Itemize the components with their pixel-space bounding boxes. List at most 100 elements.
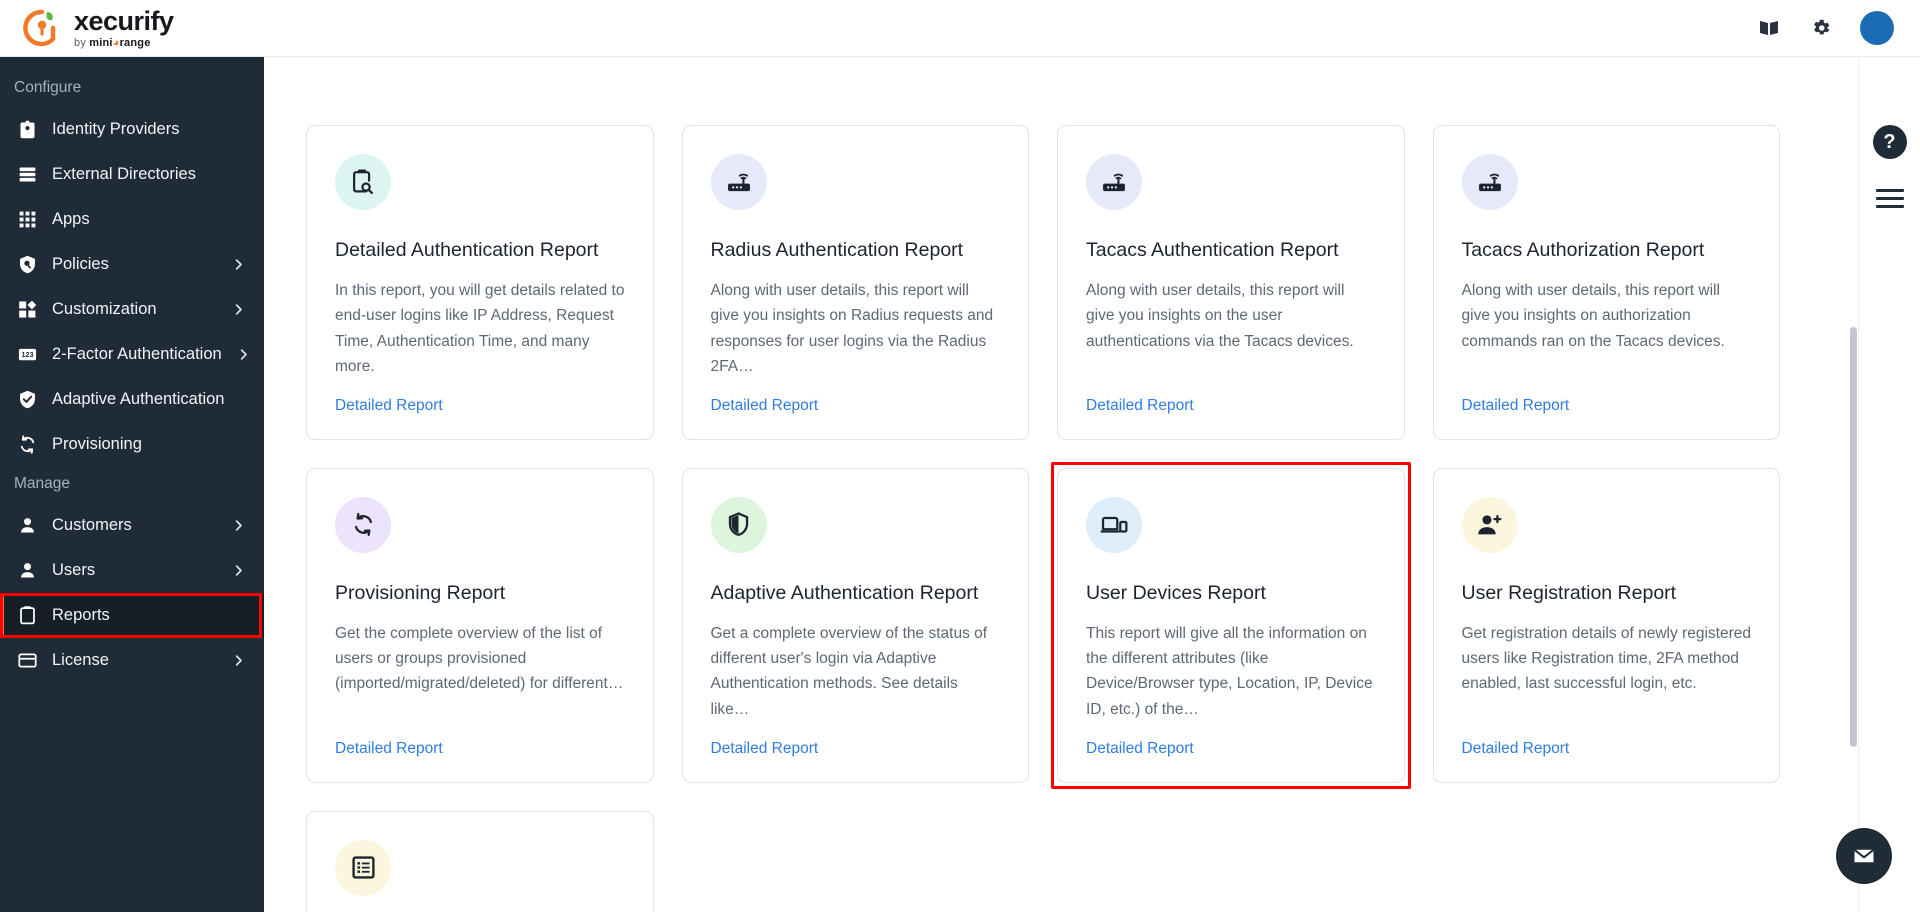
sidebar-item-license[interactable]: License <box>0 638 264 683</box>
sidebar-section-configure: Configure <box>0 71 264 107</box>
sidebar-item-policies[interactable]: Policies <box>0 242 264 287</box>
report-card-user-registration[interactable]: User Registration Report Get registratio… <box>1433 468 1781 783</box>
clipboard-search-icon <box>349 168 377 196</box>
detailed-report-link[interactable]: Detailed Report <box>1086 397 1194 415</box>
report-card-provisioning[interactable]: Provisioning Report Get the complete ove… <box>306 468 654 783</box>
app-root: xecurify by mini◕range Configure <box>0 0 1920 912</box>
sidebar-section-manage: Manage <box>0 467 264 503</box>
detailed-report-link[interactable]: Detailed Report <box>335 740 443 758</box>
sidebar-item-label: 2-Factor Authentication <box>52 345 222 364</box>
card-description: Along with user details, this report wil… <box>1086 278 1376 378</box>
person-icon <box>16 515 38 537</box>
card-icon-wrap <box>711 154 767 210</box>
sidebar-item-identity-providers[interactable]: Identity Providers <box>0 107 264 152</box>
svg-text:123: 123 <box>21 351 33 359</box>
card-title: Tacacs Authentication Report <box>1086 238 1376 262</box>
router-icon <box>1100 168 1128 196</box>
detailed-report-link[interactable]: Detailed Report <box>711 740 819 758</box>
detailed-report-link[interactable]: Detailed Report <box>1462 397 1570 415</box>
chevron-right-icon <box>231 302 246 317</box>
topbar-actions <box>1756 11 1920 45</box>
router-icon <box>1476 168 1504 196</box>
chevron-right-icon <box>231 563 246 578</box>
laptop-phone-icon <box>1100 511 1128 539</box>
card-title: User Devices Report <box>1086 581 1376 605</box>
card-description: Along with user details, this report wil… <box>711 278 1001 378</box>
card-icon-wrap <box>1086 154 1142 210</box>
card-icon-wrap <box>1462 497 1518 553</box>
sidebar-item-users[interactable]: Users <box>0 548 264 593</box>
card-icon-wrap <box>1086 497 1142 553</box>
main-scrollbar[interactable] <box>1848 57 1858 912</box>
reports-scroll-area: Detailed Authentication Report In this r… <box>264 57 1858 912</box>
detailed-report-link[interactable]: Detailed Report <box>1462 740 1570 758</box>
reports-card-grid: Detailed Authentication Report In this r… <box>306 57 1780 912</box>
sidebar-item-label: Identity Providers <box>52 120 246 139</box>
detailed-report-link[interactable]: Detailed Report <box>335 397 443 415</box>
scrollbar-thumb[interactable] <box>1850 327 1857 747</box>
xecurify-logo-icon <box>20 6 64 50</box>
user-avatar[interactable] <box>1860 11 1894 45</box>
sidebar-item-adaptive-authentication[interactable]: Adaptive Authentication <box>0 377 264 422</box>
card-description: Along with user details, this report wil… <box>1462 278 1752 378</box>
card-icon-wrap <box>1462 154 1518 210</box>
chat-support-button[interactable] <box>1836 828 1892 884</box>
sidebar-item-label: External Directories <box>52 165 246 184</box>
right-rail: ? <box>1858 57 1920 912</box>
card-title: Radius Authentication Report <box>711 238 1001 262</box>
burger-line <box>1876 197 1904 200</box>
report-card-user-devices[interactable]: User Devices Report This report will giv… <box>1057 468 1405 783</box>
sync-arrows-icon <box>16 434 38 456</box>
card-description: In this report, you will get details rel… <box>335 278 625 378</box>
sidebar-item-provisioning[interactable]: Provisioning <box>0 422 264 467</box>
router-icon <box>725 168 753 196</box>
card-title: User Registration Report <box>1462 581 1752 605</box>
sidebar-item-label: License <box>52 651 217 670</box>
list-box-icon <box>350 854 377 881</box>
person-icon <box>16 560 38 582</box>
report-card-adaptive-authentication[interactable]: Adaptive Authentication Report Get a com… <box>682 468 1030 783</box>
card-title: Tacacs Authorization Report <box>1462 238 1752 262</box>
detailed-report-link[interactable]: Detailed Report <box>711 397 819 415</box>
hamburger-menu-icon[interactable] <box>1876 189 1904 208</box>
card-title: Detailed Authentication Report <box>335 238 625 262</box>
sync-arrows-icon <box>350 511 377 538</box>
card-title: Provisioning Report <box>335 581 625 605</box>
report-card-tacacs-authentication[interactable]: Tacacs Authentication Report Along with … <box>1057 125 1405 440</box>
card-description: Get a complete overview of the status of… <box>711 621 1001 721</box>
blocks-icon <box>16 299 38 321</box>
shield-search-icon <box>16 254 38 276</box>
sidebar-item-label: Customization <box>52 300 217 319</box>
gear-icon[interactable] <box>1808 15 1834 41</box>
card-icon-wrap <box>335 497 391 553</box>
brand-logo-group[interactable]: xecurify by mini◕range <box>0 6 174 50</box>
report-card-tacacs-authorization[interactable]: Tacacs Authorization Report Along with u… <box>1433 125 1781 440</box>
report-card-detailed-authentication[interactable]: Detailed Authentication Report In this r… <box>306 125 654 440</box>
sidebar-item-apps[interactable]: Apps <box>0 197 264 242</box>
sidebar-item-label: Users <box>52 561 217 580</box>
sidebar-item-label: Provisioning <box>52 435 246 454</box>
shield-half-icon <box>725 511 752 538</box>
grid-dots-icon <box>16 209 38 231</box>
sidebar-item-reports[interactable]: Reports <box>0 593 264 638</box>
sidebar-item-2factor-authentication[interactable]: 123 2-Factor Authentication <box>0 332 264 377</box>
report-card-admin-activity-audit[interactable]: Admin Activity Audit Report Access the c… <box>306 811 654 912</box>
shield-check-icon <box>16 389 38 411</box>
sidebar-item-customization[interactable]: Customization <box>0 287 264 332</box>
burger-line <box>1876 189 1904 192</box>
chevron-right-icon <box>231 653 246 668</box>
chevron-right-icon <box>231 518 246 533</box>
burger-line <box>1876 205 1904 208</box>
book-icon[interactable] <box>1756 15 1782 41</box>
sidebar-item-customers[interactable]: Customers <box>0 503 264 548</box>
card-description: Get the complete overview of the list of… <box>335 621 625 721</box>
brand-name: xecurify <box>74 8 174 35</box>
card-description: This report will give all the informatio… <box>1086 621 1376 721</box>
app-body: Configure Identity Providers External Di… <box>0 57 1920 912</box>
detailed-report-link[interactable]: Detailed Report <box>1086 740 1194 758</box>
sidebar-item-external-directories[interactable]: External Directories <box>0 152 264 197</box>
top-bar: xecurify by mini◕range <box>0 0 1920 57</box>
report-card-radius-authentication[interactable]: Radius Authentication Report Along with … <box>682 125 1030 440</box>
sidebar-item-label: Customers <box>52 516 217 535</box>
help-icon[interactable]: ? <box>1873 125 1907 159</box>
